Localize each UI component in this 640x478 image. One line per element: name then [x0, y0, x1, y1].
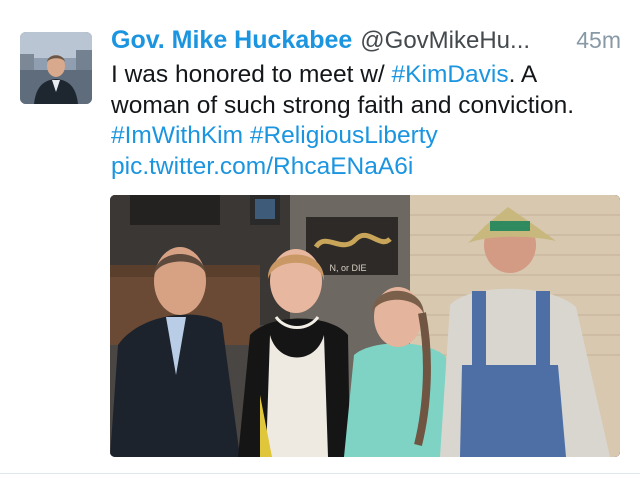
hashtag-imwithkim[interactable]: #ImWithKim — [111, 122, 243, 149]
tweet-text: I was honored to meet w/ #KimDavis. A wo… — [111, 60, 626, 182]
tweet-header: Gov. Mike Huckabee @GovMikeHu... 45m — [111, 26, 621, 62]
hashtag-religiousliberty[interactable]: #ReligiousLiberty — [250, 122, 438, 149]
avatar[interactable] — [20, 32, 92, 104]
tweet-text-line-3: #ImWithKim #ReligiousLiberty — [111, 121, 626, 152]
tweet-card[interactable]: Gov. Mike Huckabee @GovMikeHu... 45m I w… — [0, 0, 640, 478]
tweet-text-line-4: pic.twitter.com/RhcaENaA6i — [111, 152, 626, 183]
tweet-text-line-1: I was honored to meet w/ #KimDavis. A — [111, 60, 626, 91]
tweet-text-line-2: woman of such strong faith and convictio… — [111, 91, 575, 119]
photo-image: N, or DIE — [110, 195, 620, 457]
text-segment: . A — [508, 61, 538, 88]
text-segment: I was honored to meet w/ — [111, 61, 392, 88]
avatar-image — [20, 32, 92, 104]
divider — [0, 473, 640, 474]
display-name[interactable]: Gov. Mike Huckabee — [111, 26, 352, 55]
pic-link[interactable]: pic.twitter.com/RhcaENaA6i — [111, 153, 413, 180]
poster-text: N, or DIE — [329, 263, 366, 273]
timestamp[interactable]: 45m — [576, 27, 621, 54]
hashtag-kimdavis[interactable]: #KimDavis — [392, 61, 509, 88]
user-handle[interactable]: @GovMikeHu... — [360, 27, 530, 55]
tweet-photo[interactable]: N, or DIE — [110, 195, 620, 457]
